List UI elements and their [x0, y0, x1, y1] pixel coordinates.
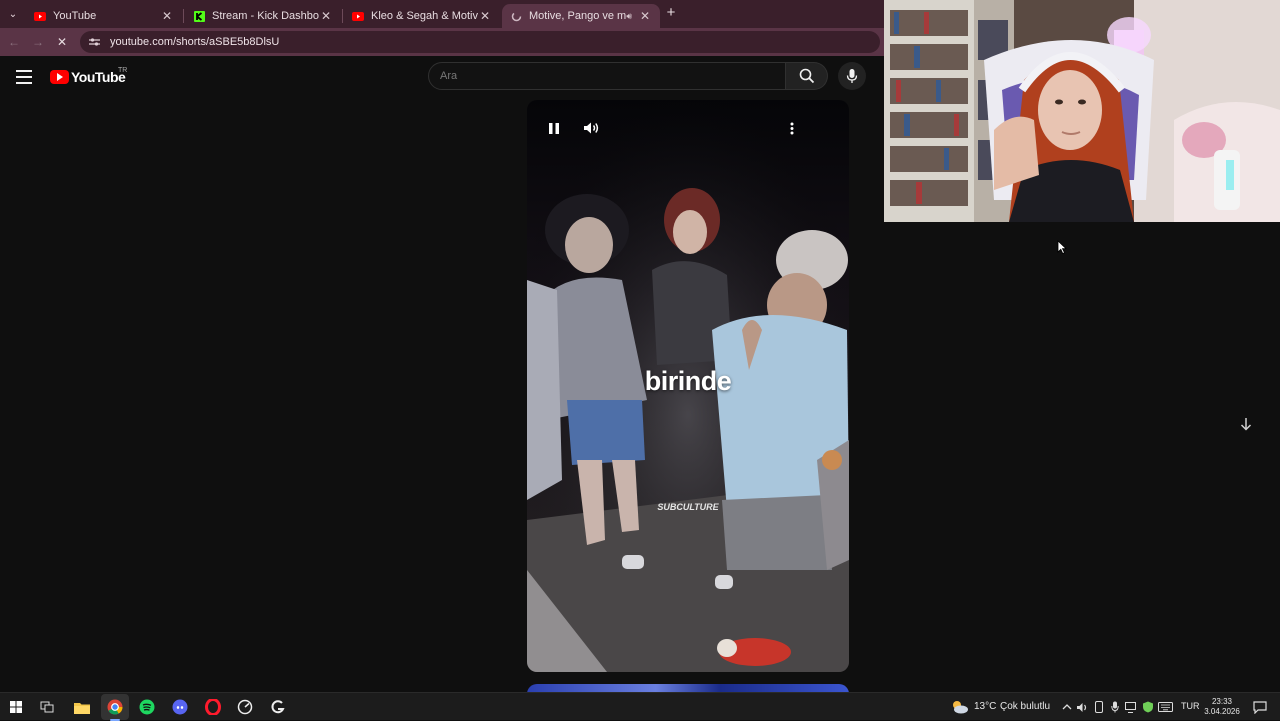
tab-divider: [183, 9, 184, 23]
new-tab-plus-icon[interactable]: +: [664, 5, 678, 20]
video-watermark: SUBCULTURE: [657, 502, 719, 512]
search-button[interactable]: [786, 62, 828, 90]
discord-icon[interactable]: [171, 698, 189, 716]
keyboard-tray-icon[interactable]: [1156, 698, 1174, 716]
shorts-video-player[interactable]: birinde SUBCULTURE: [527, 100, 849, 672]
right-empty-area: [884, 222, 1280, 692]
tab-kleo-segah-motive[interactable]: Kleo & Segah & Motive - A La ✕: [344, 4, 500, 28]
tab-kick-dashboard[interactable]: Stream - Kick Dashboard ✕: [185, 4, 341, 28]
country-code: TR: [118, 67, 128, 74]
opera-gx-icon[interactable]: [204, 698, 222, 716]
tab-motive-pango[interactable]: Motive, Pango ve manifest 🔊︎ ✕: [502, 4, 660, 28]
webcam-overlay: [884, 0, 1280, 222]
network-tray-icon[interactable]: [1122, 698, 1140, 716]
mouse-cursor-icon: [1057, 240, 1067, 254]
tab-divider: [342, 9, 343, 23]
battery-shield-icon[interactable]: [1139, 698, 1157, 716]
youtube-logo[interactable]: YouTube TR: [50, 67, 128, 85]
kick-favicon-icon: [193, 10, 205, 22]
logitech-ghub-icon[interactable]: [269, 698, 287, 716]
arrow-down-icon: [1240, 418, 1252, 431]
next-video-button[interactable]: [1236, 414, 1256, 434]
youtube-favicon-icon: [352, 10, 364, 22]
pause-button[interactable]: [544, 118, 564, 138]
close-tab-icon[interactable]: ✕: [319, 9, 333, 23]
voice-search-button[interactable]: [838, 62, 866, 90]
browser-tab-strip: ⌄ YouTube ✕ Stream - Kick Dashboard ✕ Kl…: [0, 0, 884, 28]
pause-icon: [549, 122, 559, 134]
close-tab-icon[interactable]: ✕: [160, 9, 174, 23]
search-icon: [799, 68, 814, 84]
task-view-icon[interactable]: [38, 698, 56, 716]
url-text: youtube.com/shorts/aSBE5b8DlsU: [110, 36, 280, 48]
speaker-tray-icon[interactable]: [1073, 698, 1091, 716]
stop-loading-icon[interactable]: ✕: [54, 34, 70, 50]
windows-start-icon[interactable]: [7, 698, 25, 716]
close-tab-icon[interactable]: ✕: [638, 9, 652, 23]
tab-youtube[interactable]: YouTube ✕: [26, 4, 182, 28]
system-clock[interactable]: 23:33 3.04.2026: [1200, 697, 1244, 717]
forward-arrow-icon[interactable]: →: [30, 34, 46, 50]
search-input[interactable]: [440, 70, 785, 82]
back-arrow-icon[interactable]: ←: [6, 34, 22, 50]
site-info-tune-icon[interactable]: [88, 36, 100, 48]
loading-spinner-icon: [510, 10, 522, 22]
volume-icon: [583, 122, 598, 134]
tab-title: YouTube: [53, 10, 97, 22]
language-indicator[interactable]: TUR: [1181, 701, 1200, 711]
youtube-play-logo-icon: [50, 70, 69, 84]
performance-gauge-icon[interactable]: [236, 698, 254, 716]
menu-hamburger-icon[interactable]: [16, 70, 32, 84]
tab-title: Kleo & Segah & Motive - A La: [371, 10, 478, 22]
address-bar[interactable]: youtube.com/shorts/aSBE5b8DlsU: [80, 31, 880, 53]
windows-taskbar: 13°C Çok bulutlu TUR 23:33 3.04.2026: [0, 692, 1280, 721]
clock-time: 23:33: [1211, 697, 1233, 706]
microphone-icon: [846, 69, 858, 83]
volume-button[interactable]: [581, 118, 601, 138]
tab-search-button[interactable]: ⌄: [4, 5, 22, 23]
youtube-favicon-icon: [34, 10, 46, 22]
spotify-icon[interactable]: [138, 698, 156, 716]
vertical-dots-icon: [790, 122, 794, 134]
close-tab-icon[interactable]: ✕: [478, 9, 492, 23]
chrome-icon[interactable]: [106, 698, 124, 721]
more-options-button[interactable]: [782, 118, 802, 138]
search-box: [428, 62, 786, 90]
youtube-page: YouTube TR Ara birinde SUBCULTURE: [0, 56, 884, 692]
speaker-icon[interactable]: 🔊︎: [626, 11, 632, 22]
next-short-preview[interactable]: [527, 684, 849, 692]
notification-center-icon[interactable]: [1251, 698, 1269, 716]
weather-description: Çok bulutlu: [1000, 701, 1051, 712]
browser-toolbar: ← → ✕ youtube.com/shorts/aSBE5b8DlsU: [0, 28, 884, 56]
file-explorer-icon[interactable]: [73, 698, 91, 716]
weather-temperature: 13°C: [974, 701, 997, 712]
tab-title: Motive, Pango ve manifest: [529, 10, 627, 22]
tab-title: Stream - Kick Dashboard: [212, 10, 319, 22]
clock-date: 3.04.2026: [1204, 707, 1240, 716]
weather-cloud-icon[interactable]: [951, 698, 969, 716]
video-caption-overlay: birinde: [644, 366, 732, 396]
webcam-feed-image: [884, 0, 1280, 222]
